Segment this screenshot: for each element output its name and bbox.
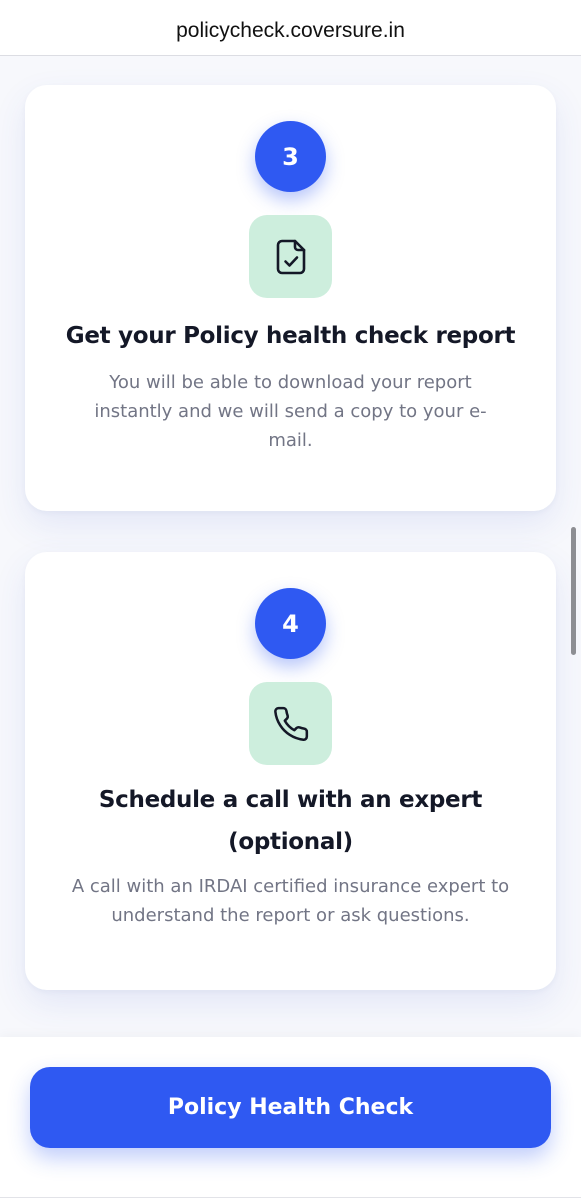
steps-scroll-area[interactable]: 3 Get your Policy health check report Yo… [0,57,581,1037]
scrollbar-thumb[interactable] [571,527,576,655]
step-title: Get your Policy health check report [65,323,516,349]
bottom-action-bar: Policy Health Check [0,1037,581,1199]
icon-tile [249,215,332,298]
step-description-line: You will be able to download your report [109,372,472,393]
step-description: You will be able to download your report… [75,368,506,455]
step-card-3: 3 Get your Policy health check report Yo… [25,85,556,511]
step-description: A call with an IRDAI certified insurance… [55,872,526,930]
url-text[interactable]: policycheck.coversure.in [176,13,405,43]
step-title-line: Schedule a call with an expert [98,787,483,813]
step-description-line: A call with an IRDAI certified insurance… [71,876,510,897]
step-title-line: (optional) [228,829,353,855]
step-number-badge: 4 [255,588,326,659]
document-check-icon [276,239,305,274]
step-description-line: instantly and we will send a copy to you… [94,401,487,422]
step-title: Schedule a call with an expert (optional… [55,779,526,863]
step-card-4: 4 Schedule a call with an expert (option… [25,552,556,990]
step-description-line: understand the report or ask questions. [111,905,470,926]
step-description-line: mail. [268,430,313,451]
browser-address-bar[interactable]: policycheck.coversure.in [0,0,581,56]
icon-tile [249,682,332,765]
policy-health-check-button[interactable]: Policy Health Check [30,1067,551,1148]
step-number-badge: 3 [255,121,326,192]
phone-icon [273,706,308,741]
divider [0,1197,581,1198]
